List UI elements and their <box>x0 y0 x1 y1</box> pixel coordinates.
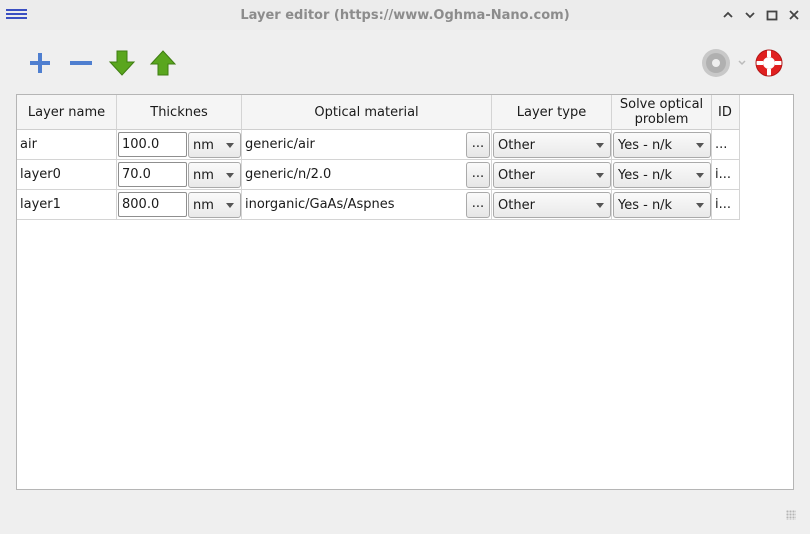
solve-cell: Yes - n/k <box>612 190 712 220</box>
thickness-input[interactable]: 800.0 <box>118 192 187 217</box>
browse-material-button[interactable]: ... <box>466 162 490 188</box>
material-path: generic/n/2.0 <box>245 167 332 182</box>
layer-type-cell: Other <box>492 160 612 190</box>
chevron-down-icon <box>696 173 704 178</box>
unit-value: nm <box>193 138 214 153</box>
minimize-icon[interactable] <box>720 7 736 23</box>
id-value: ... <box>715 137 728 152</box>
header-solve-line2: problem <box>634 112 689 127</box>
unit-select[interactable]: nm <box>188 162 241 188</box>
thickness-cell: 70.0 nm <box>117 160 242 190</box>
chevron-down-icon <box>226 143 234 148</box>
unit-select[interactable]: nm <box>188 192 241 218</box>
header-optical-material[interactable]: Optical material <box>242 95 492 130</box>
close-icon[interactable] <box>786 7 802 23</box>
chevron-down-icon <box>596 203 604 208</box>
unit-value: nm <box>193 168 214 183</box>
solve-optical-select[interactable]: Yes - n/k <box>613 162 711 188</box>
layer-name: layer1 <box>20 197 61 212</box>
title-bar: Layer editor (https://www.Oghma-Nano.com… <box>0 0 810 30</box>
table-row: layer1 800.0 nm inorganic/GaAs/Aspnes ..… <box>17 190 740 220</box>
solve-value: Yes - n/k <box>618 138 673 153</box>
chevron-down-icon <box>596 143 604 148</box>
chevron-down-icon <box>696 203 704 208</box>
layer-table: Layer name Thicknes Optical material Lay… <box>16 94 794 490</box>
remove-icon[interactable] <box>66 48 96 78</box>
solve-cell: Yes - n/k <box>612 130 712 160</box>
table-row: layer0 70.0 nm generic/n/2.0 ... Other Y… <box>17 160 740 190</box>
layer-type-value: Other <box>498 138 535 153</box>
add-icon[interactable] <box>25 48 55 78</box>
solve-cell: Yes - n/k <box>612 160 712 190</box>
layer-name-cell[interactable]: layer0 <box>17 160 117 190</box>
resize-grip[interactable] <box>786 510 796 520</box>
material-cell[interactable]: generic/n/2.0 ... <box>242 160 492 190</box>
layer-name-cell[interactable]: layer1 <box>17 190 117 220</box>
layer-type-value: Other <box>498 198 535 213</box>
move-up-icon[interactable] <box>148 48 178 78</box>
layer-name-cell[interactable]: air <box>17 130 117 160</box>
id-cell[interactable]: i... <box>712 190 740 220</box>
chevron-down-icon[interactable] <box>742 7 758 23</box>
layer-type-cell: Other <box>492 130 612 160</box>
solve-value: Yes - n/k <box>618 168 673 183</box>
solve-optical-select[interactable]: Yes - n/k <box>613 192 711 218</box>
header-id[interactable]: ID <box>712 95 740 130</box>
layer-type-select[interactable]: Other <box>493 162 611 188</box>
unit-value: nm <box>193 198 214 213</box>
window-title: Layer editor (https://www.Oghma-Nano.com… <box>240 8 570 23</box>
material-cell[interactable]: generic/air ... <box>242 130 492 160</box>
thickness-input[interactable]: 70.0 <box>118 162 187 187</box>
help-lifebuoy-icon[interactable] <box>754 48 784 78</box>
solve-value: Yes - n/k <box>618 198 673 213</box>
header-layer-name[interactable]: Layer name <box>17 95 117 130</box>
table-row: air 100.0 nm generic/air ... Other Yes -… <box>17 130 740 160</box>
maximize-icon[interactable] <box>764 7 780 23</box>
unit-select[interactable]: nm <box>188 132 241 158</box>
layer-name: air <box>20 137 37 152</box>
id-value: i... <box>715 167 732 182</box>
chevron-down-icon <box>696 143 704 148</box>
layer-type-value: Other <box>498 168 535 183</box>
header-layer-type[interactable]: Layer type <box>492 95 612 130</box>
header-thickness[interactable]: Thicknes <box>117 95 242 130</box>
layer-type-cell: Other <box>492 190 612 220</box>
optical-disc-icon[interactable] <box>700 48 748 78</box>
browse-material-button[interactable]: ... <box>466 132 490 158</box>
header-solve-line1: Solve optical <box>619 97 704 112</box>
chevron-down-icon <box>596 173 604 178</box>
toolbar <box>0 30 810 92</box>
header-solve-optical[interactable]: Solve optical problem <box>612 95 712 130</box>
thickness-cell: 800.0 nm <box>117 190 242 220</box>
id-value: i... <box>715 197 732 212</box>
id-cell[interactable]: ... <box>712 130 740 160</box>
layer-type-select[interactable]: Other <box>493 192 611 218</box>
layer-name: layer0 <box>20 167 61 182</box>
layer-type-select[interactable]: Other <box>493 132 611 158</box>
thickness-input[interactable]: 100.0 <box>118 132 187 157</box>
thickness-cell: 100.0 nm <box>117 130 242 160</box>
material-path: inorganic/GaAs/Aspnes <box>245 197 395 212</box>
chevron-down-icon <box>226 173 234 178</box>
id-cell[interactable]: i... <box>712 160 740 190</box>
browse-material-button[interactable]: ... <box>466 192 490 218</box>
material-cell[interactable]: inorganic/GaAs/Aspnes ... <box>242 190 492 220</box>
chevron-down-icon <box>226 203 234 208</box>
move-down-icon[interactable] <box>107 48 137 78</box>
material-path: generic/air <box>245 137 315 152</box>
solve-optical-select[interactable]: Yes - n/k <box>613 132 711 158</box>
